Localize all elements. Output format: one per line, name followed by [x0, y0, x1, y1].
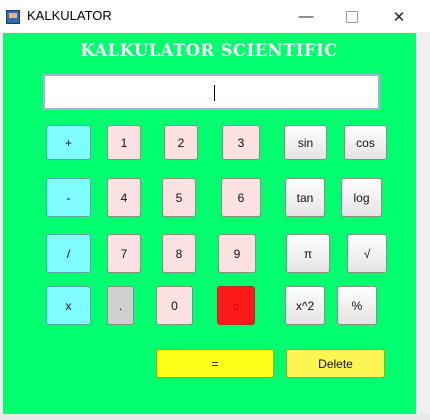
digit-2-button[interactable]: 2: [164, 125, 198, 160]
decimal-point-button[interactable]: .: [107, 286, 134, 325]
close-icon: ✕: [392, 8, 406, 26]
digit-3-button[interactable]: 3: [222, 125, 260, 160]
digit-4-button[interactable]: 4: [107, 178, 141, 217]
title-bar: KALKULATOR — ✕: [0, 0, 430, 33]
digit-1-button[interactable]: 1: [107, 125, 141, 160]
percent-button[interactable]: %: [337, 286, 377, 325]
cos-button[interactable]: cos: [344, 125, 387, 160]
text-caret: [214, 85, 215, 101]
minimize-icon: —: [298, 8, 314, 25]
sqrt-button[interactable]: √: [347, 234, 387, 273]
pi-button[interactable]: π: [286, 234, 330, 273]
digit-7-button[interactable]: 7: [107, 234, 141, 273]
window-bottom-edge: [0, 414, 430, 420]
log-button[interactable]: log: [341, 178, 382, 217]
maximize-button[interactable]: [329, 0, 375, 33]
delete-button[interactable]: Delete: [286, 349, 385, 378]
close-button[interactable]: ✕: [376, 0, 422, 33]
minus-button[interactable]: -: [46, 178, 91, 217]
tan-button[interactable]: tan: [285, 178, 325, 217]
minimize-button[interactable]: —: [283, 0, 329, 33]
digit-8-button[interactable]: 8: [162, 234, 196, 273]
java-app-icon: [6, 10, 20, 24]
square-button[interactable]: x^2: [285, 286, 325, 325]
digit-5-button[interactable]: 5: [162, 178, 196, 217]
equals-button[interactable]: =: [156, 349, 274, 378]
maximize-icon: [346, 10, 358, 23]
sin-button[interactable]: sin: [284, 125, 327, 160]
clear-button[interactable]: c: [217, 286, 255, 325]
digit-6-button[interactable]: 6: [221, 178, 261, 217]
window-title: KALKULATOR: [27, 8, 112, 23]
multiply-button[interactable]: x: [46, 286, 91, 325]
divide-button[interactable]: /: [46, 234, 91, 273]
plus-button[interactable]: +: [46, 125, 91, 160]
digit-0-button[interactable]: 0: [156, 286, 193, 325]
digit-9-button[interactable]: 9: [218, 234, 256, 273]
display-field[interactable]: [43, 74, 380, 110]
app-heading: KALKULATOR SCIENTIFIC: [80, 41, 338, 60]
